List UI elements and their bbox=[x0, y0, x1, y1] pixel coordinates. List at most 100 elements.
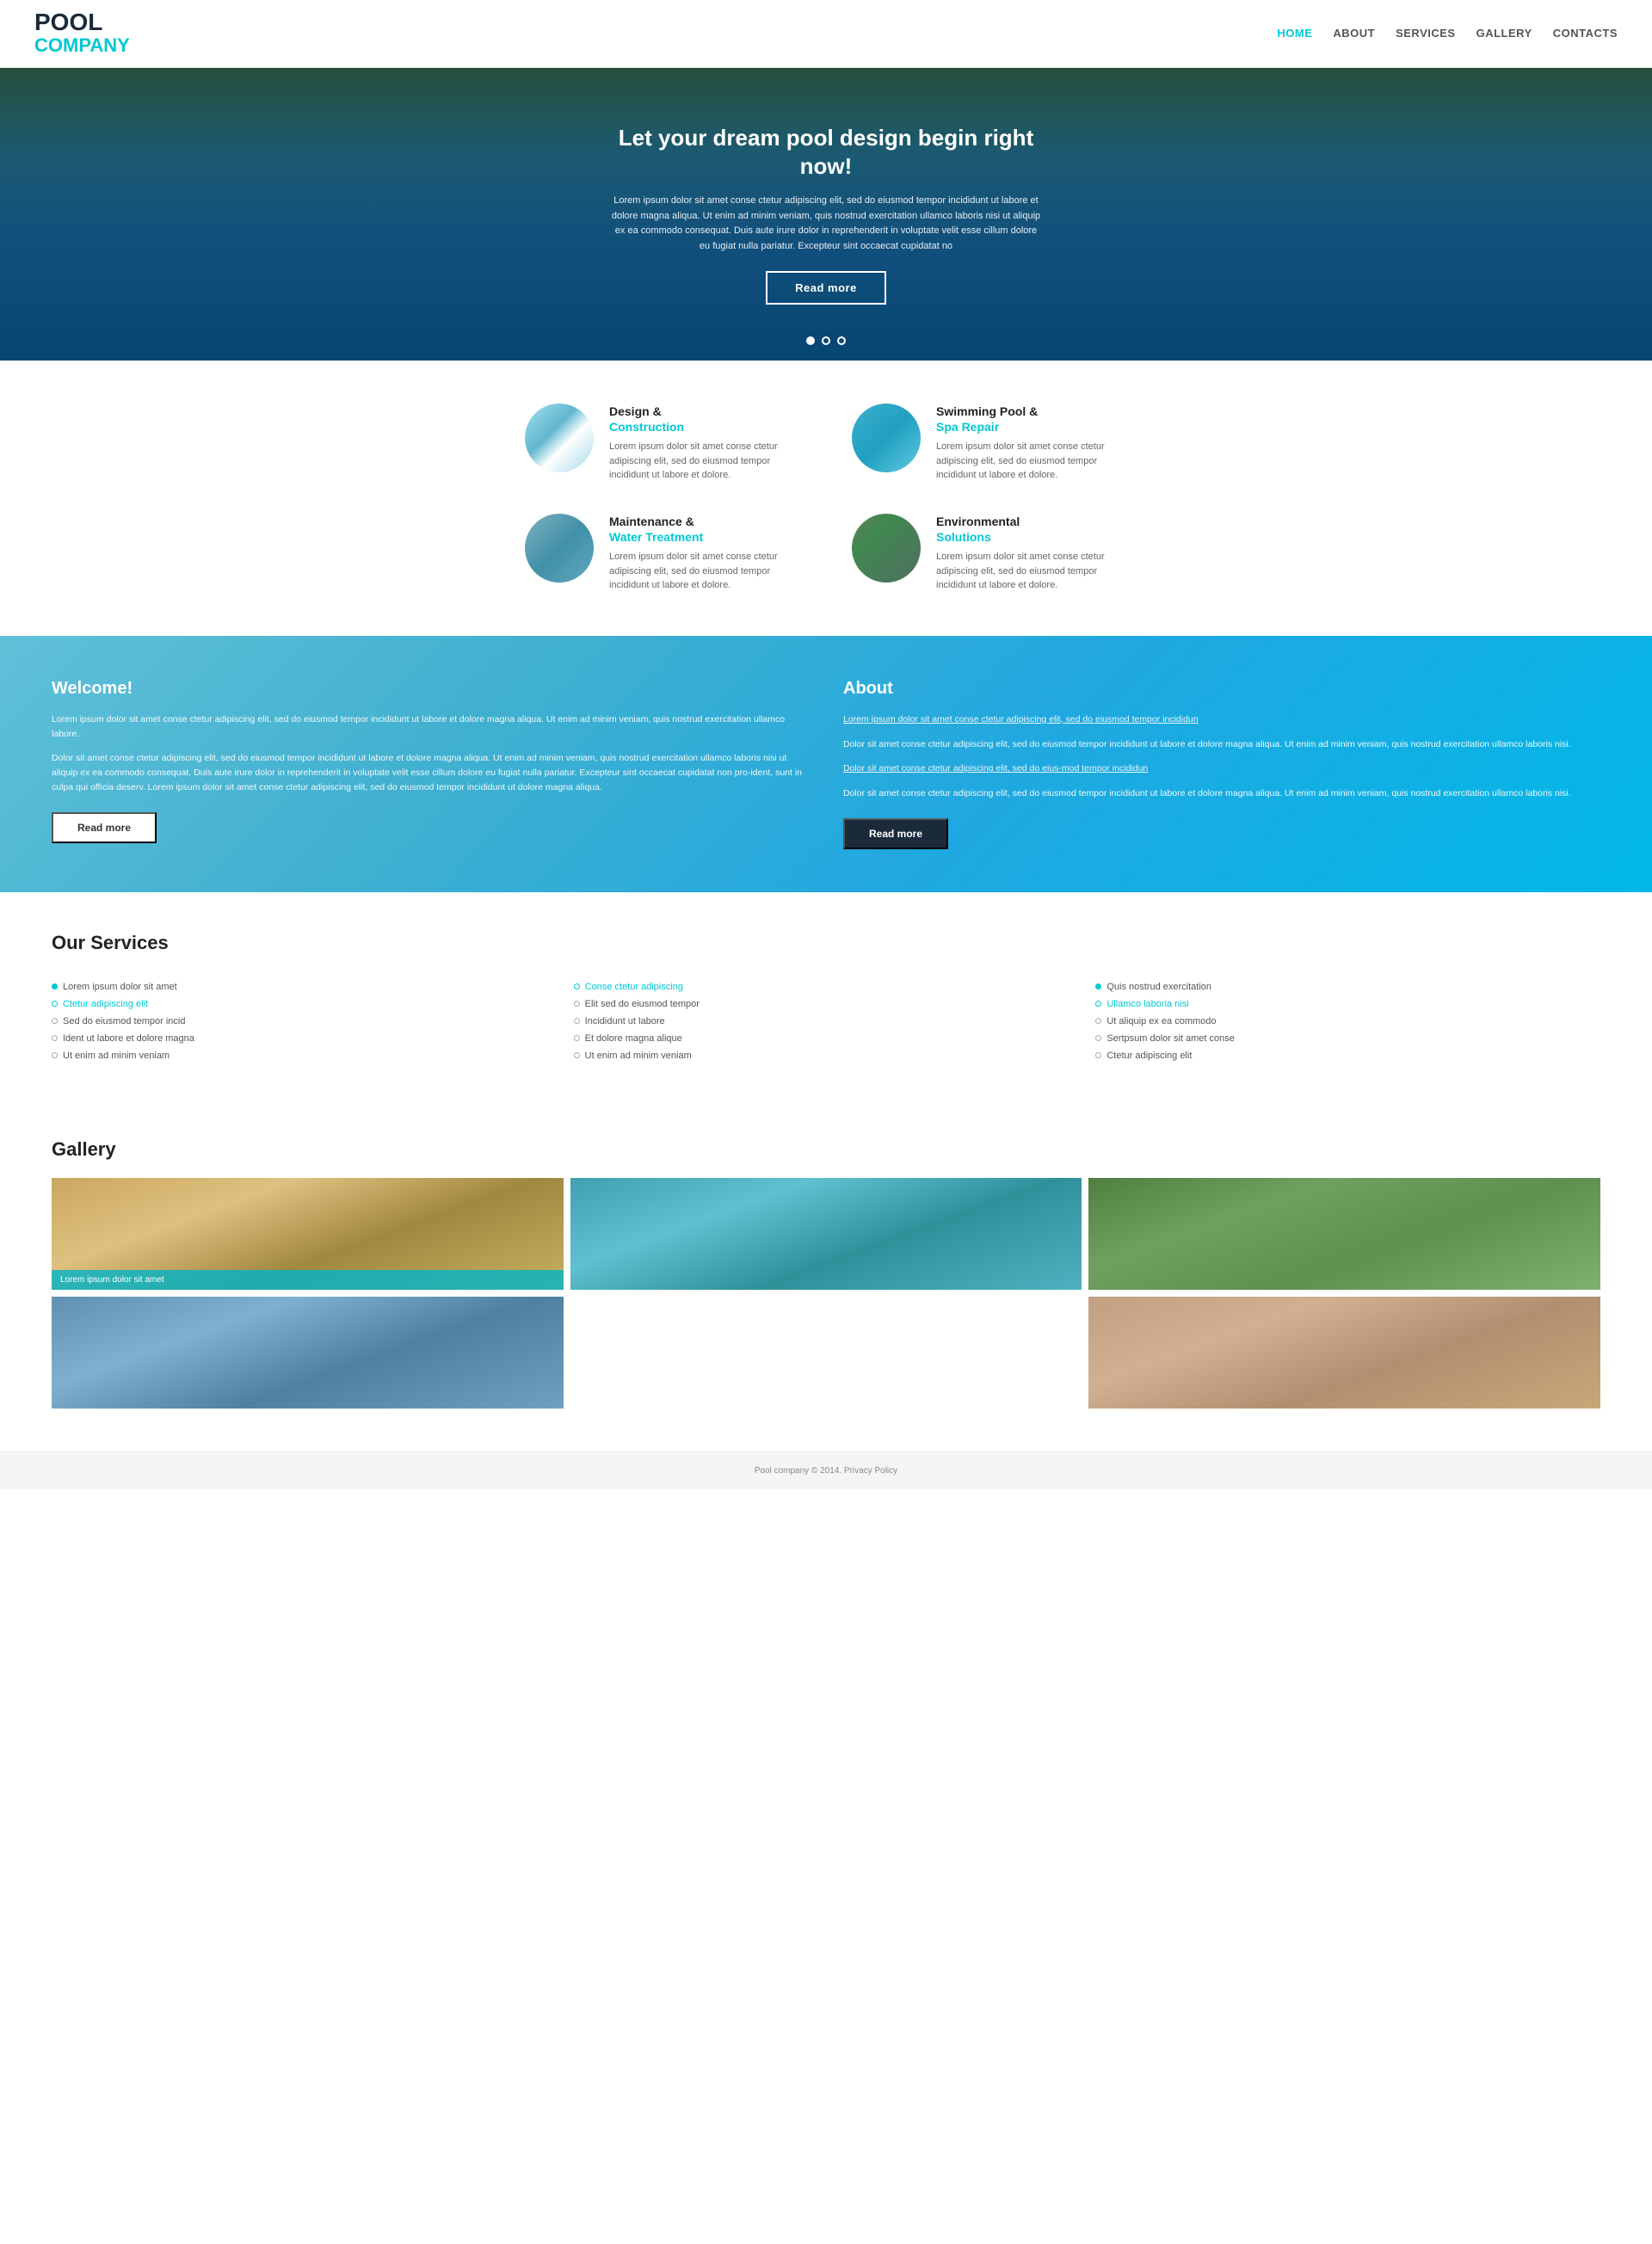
about-para2: Dolor sit amet conse ctetur adipiscing e… bbox=[843, 786, 1600, 801]
services-list-col-0: Lorem ipsum dolor sit amet Ctetur adipisc… bbox=[52, 978, 557, 1064]
bullet-empty bbox=[1095, 1018, 1101, 1024]
list-item: Ut enim ad minim veniam bbox=[574, 1047, 1079, 1064]
privacy-policy-link[interactable]: Privacy Policy bbox=[844, 1466, 897, 1476]
list-item: Ullamco laboria nisi bbox=[1095, 996, 1600, 1013]
services-list-col-2: Quis nostrud exercitation Ullamco laboria… bbox=[1095, 978, 1600, 1064]
nav-item-services[interactable]: SERVICES bbox=[1396, 27, 1456, 40]
gallery-image-4 bbox=[570, 1297, 1082, 1409]
nav-item-home[interactable]: HOME bbox=[1277, 27, 1312, 40]
hero-content: Let your dream pool design begin right n… bbox=[594, 107, 1058, 323]
service-subtitle-3: Solutions bbox=[936, 529, 1127, 545]
service-info-3: EnvironmentalSolutions Lorem ipsum dolor… bbox=[936, 514, 1127, 593]
service-title-2: Maintenance &Water Treatment bbox=[609, 514, 800, 545]
logo-sub: COMPANY bbox=[34, 34, 130, 57]
hero-text: Lorem ipsum dolor sit amet conse ctetur … bbox=[611, 194, 1041, 254]
list-item: Elit sed do eiusmod tempor bbox=[574, 996, 1079, 1013]
list-item: Conse ctetur adipiscing bbox=[574, 978, 1079, 996]
gallery-item-3[interactable] bbox=[52, 1297, 564, 1409]
nav-item-contacts[interactable]: CONTACTS bbox=[1553, 27, 1618, 40]
bullet-empty-cyan bbox=[574, 983, 580, 989]
about-link-2[interactable]: Dolor sit amet conse ctetur adipiscing e… bbox=[843, 761, 1600, 776]
list-item-text: Ctetur adipiscing elit bbox=[1106, 1051, 1192, 1061]
hero-title: Let your dream pool design begin right n… bbox=[611, 124, 1041, 182]
list-item-text: Incididunt ut labore bbox=[585, 1016, 665, 1026]
nav-item-about[interactable]: ABOUT bbox=[1333, 27, 1375, 40]
list-item-text: Elit sed do eiusmod tempor bbox=[585, 999, 700, 1009]
bullet-empty bbox=[574, 1001, 580, 1007]
bullet-empty bbox=[1095, 1052, 1101, 1058]
list-item-text: Lorem ipsum dolor sit amet bbox=[63, 982, 177, 992]
welcome-about-section: Welcome! Lorem ipsum dolor sit amet cons… bbox=[0, 636, 1652, 892]
bullet-filled bbox=[52, 983, 58, 989]
about-column: About Lorem ipsum dolor sit amet conse c… bbox=[843, 679, 1600, 849]
welcome-para1: Lorem ipsum dolor sit amet conse ctetur … bbox=[52, 712, 809, 742]
list-item-text: Sed do eiusmod tempor incid bbox=[63, 1016, 185, 1026]
list-item-text: Ident ut labore et dolore magna bbox=[63, 1033, 194, 1044]
bullet-empty bbox=[574, 1052, 580, 1058]
about-read-more-button[interactable]: Read more bbox=[843, 818, 948, 849]
service-img-0 bbox=[525, 404, 594, 472]
bullet-empty-cyan bbox=[52, 1001, 58, 1007]
gallery-title: Gallery bbox=[52, 1138, 1600, 1161]
bullet-empty bbox=[52, 1052, 58, 1058]
list-item: Quis nostrud exercitation bbox=[1095, 978, 1600, 996]
gallery-image-3 bbox=[52, 1297, 564, 1409]
service-img-1 bbox=[852, 404, 921, 472]
list-item-text: Et dolore magna alique bbox=[585, 1033, 682, 1044]
bullet-empty-cyan bbox=[1095, 1001, 1101, 1007]
service-info-0: Design &Construction Lorem ipsum dolor s… bbox=[609, 404, 800, 483]
footer: Pool company © 2014. Privacy Policy bbox=[0, 1452, 1652, 1489]
dot-2[interactable] bbox=[822, 336, 830, 345]
welcome-read-more-button[interactable]: Read more bbox=[52, 812, 157, 843]
gallery-item-0[interactable]: Lorem ipsum dolor sit amet bbox=[52, 1178, 564, 1290]
service-subtitle-1: Spa Repair bbox=[936, 419, 1127, 435]
gallery-item-4[interactable] bbox=[570, 1297, 1082, 1409]
gallery-item-5[interactable] bbox=[1088, 1297, 1600, 1409]
list-item: Ctetur adipiscing elit bbox=[52, 996, 557, 1013]
list-item: Ctetur adipiscing elit bbox=[1095, 1047, 1600, 1064]
gallery-image-2 bbox=[1088, 1178, 1600, 1290]
service-subtitle-0: Construction bbox=[609, 419, 800, 435]
about-title: About bbox=[843, 679, 1600, 699]
services-icons-section: Design &Construction Lorem ipsum dolor s… bbox=[0, 361, 1652, 636]
main-nav: HOME ABOUT SERVICES GALLERY CONTACTS bbox=[1277, 26, 1618, 41]
list-item-text: Ut enim ad minim veniam bbox=[585, 1051, 692, 1061]
gallery-image-1 bbox=[570, 1178, 1082, 1290]
list-item: Lorem ipsum dolor sit amet bbox=[52, 978, 557, 996]
list-item: Ut enim ad minim veniam bbox=[52, 1047, 557, 1064]
bullet-empty bbox=[52, 1018, 58, 1024]
service-text-3: Lorem ipsum dolor sit amet conse ctetur … bbox=[936, 550, 1127, 593]
bullet-empty bbox=[574, 1018, 580, 1024]
service-text-0: Lorem ipsum dolor sit amet conse ctetur … bbox=[609, 440, 800, 483]
logo: POOL COMPANY bbox=[34, 10, 130, 57]
list-item: Et dolore magna alique bbox=[574, 1030, 1079, 1047]
list-item-text: Ut enim ad minim veniam bbox=[63, 1051, 170, 1061]
list-item: Sertpsum dolor sit amet conse bbox=[1095, 1030, 1600, 1047]
gallery-item-1[interactable] bbox=[570, 1178, 1082, 1290]
list-item: Sed do eiusmod tempor incid bbox=[52, 1013, 557, 1030]
gallery-item-2[interactable] bbox=[1088, 1178, 1600, 1290]
service-text-2: Lorem ipsum dolor sit amet conse ctetur … bbox=[609, 550, 800, 593]
hero-read-more-button[interactable]: Read more bbox=[766, 271, 886, 305]
list-item-text: Quis nostrud exercitation bbox=[1106, 982, 1211, 992]
service-title-1: Swimming Pool &Spa Repair bbox=[936, 404, 1127, 435]
welcome-title: Welcome! bbox=[52, 679, 809, 699]
list-item-text: Ctetur adipiscing elit bbox=[63, 999, 148, 1009]
nav-item-gallery[interactable]: GALLERY bbox=[1476, 27, 1532, 40]
service-info-2: Maintenance &Water Treatment Lorem ipsum… bbox=[609, 514, 800, 593]
hero-section: Let your dream pool design begin right n… bbox=[0, 68, 1652, 361]
bullet-filled bbox=[1095, 983, 1101, 989]
about-link-1[interactable]: Lorem ipsum dolor sit amet conse ctetur … bbox=[843, 712, 1600, 727]
dot-1[interactable] bbox=[806, 336, 815, 345]
gallery-caption-0: Lorem ipsum dolor sit amet bbox=[52, 1270, 564, 1290]
service-title-0: Design &Construction bbox=[609, 404, 800, 435]
hero-dots bbox=[806, 336, 846, 345]
about-para1: Dolor sit amet conse ctetur adipiscing e… bbox=[843, 737, 1600, 752]
bullet-empty bbox=[574, 1035, 580, 1041]
bullet-empty bbox=[1095, 1035, 1101, 1041]
gallery-section: Gallery Lorem ipsum dolor sit amet bbox=[0, 1104, 1652, 1452]
service-item-0: Design &Construction Lorem ipsum dolor s… bbox=[525, 404, 800, 483]
bullet-empty bbox=[52, 1035, 58, 1041]
dot-3[interactable] bbox=[837, 336, 846, 345]
list-item-text: Ut aliquip ex ea commodo bbox=[1106, 1016, 1216, 1026]
